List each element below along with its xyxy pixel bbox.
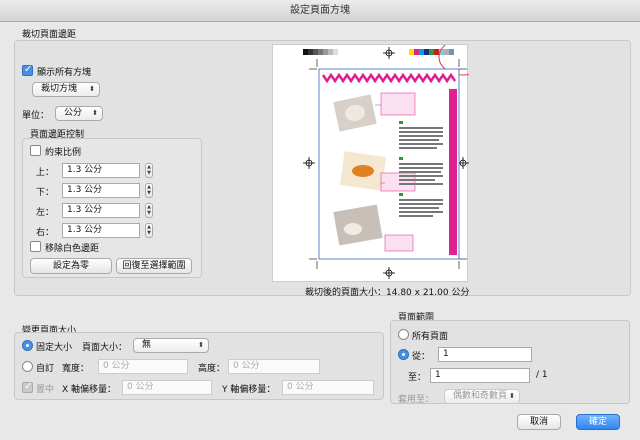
constrain-proportions-checkbox[interactable] — [30, 145, 41, 156]
apply-to-label: 套用至： — [398, 395, 435, 405]
popup-arrows-icon: ⬍ — [92, 109, 98, 117]
height-field[interactable]: 0 公分 — [228, 359, 320, 374]
apply-to-value: 偶數和奇數頁 — [453, 391, 508, 401]
bottom-margin-stepper[interactable]: ▲ ▼ — [145, 183, 153, 198]
page-size-label: 頁面大小： — [82, 343, 128, 353]
page-total: / 1 — [536, 370, 548, 380]
fixed-size-radio[interactable] — [22, 340, 33, 351]
unit-value: 公分 — [64, 108, 83, 118]
page-size-popup[interactable]: 無 ⬍ — [133, 338, 209, 353]
left-margin-stepper[interactable]: ▲ ▼ — [145, 203, 153, 218]
cropped-size-text: 裁切後的頁面大小：14.80 x 21.00 公分 — [305, 288, 470, 298]
to-field[interactable]: 1 — [430, 368, 530, 383]
left-margin-label: 左： — [36, 208, 55, 218]
top-margin-field[interactable]: 1.3 公分 — [62, 163, 140, 178]
all-pages-label: 所有頁面 — [412, 332, 449, 342]
custom-size-label: 自訂 — [36, 364, 55, 374]
remove-white-margins-label: 移除白色邊距 — [45, 244, 100, 254]
from-label: 從： — [412, 352, 431, 362]
y-offset-label: Y 軸偏移量： — [222, 385, 276, 395]
ok-button[interactable]: 確定 — [576, 414, 620, 430]
page-preview-graphic — [303, 38, 488, 279]
set-to-zero-button[interactable]: 設定為零 — [30, 258, 112, 274]
all-pages-radio[interactable] — [398, 329, 409, 340]
popup-arrows-icon: ⬍ — [509, 392, 515, 400]
height-label: 高度： — [198, 364, 226, 374]
width-label: 寬度： — [62, 364, 90, 374]
center-label: 置中 — [36, 385, 55, 395]
from-radio[interactable] — [398, 349, 409, 360]
constrain-proportions-label: 約束比例 — [45, 148, 82, 158]
show-all-boxes-label: 顯示所有方塊 — [37, 68, 92, 78]
width-field[interactable]: 0 公分 — [98, 359, 188, 374]
right-margin-label: 右： — [36, 228, 55, 238]
left-margin-field[interactable]: 1.3 公分 — [62, 203, 140, 218]
box-type-popup[interactable]: 裁切方塊 ⬍ — [32, 82, 100, 97]
right-margin-field[interactable]: 1.3 公分 — [62, 223, 140, 238]
window-title: 設定頁面方塊 — [0, 0, 640, 22]
page-preview[interactable] — [272, 38, 488, 282]
right-margin-stepper[interactable]: ▲ ▼ — [145, 223, 153, 238]
bottom-margin-label: 下： — [36, 188, 55, 198]
top-margin-stepper[interactable]: ▲ ▼ — [145, 163, 153, 178]
revert-to-selection-button[interactable]: 回復至選擇範圍 — [116, 258, 192, 274]
unit-label: 單位： — [22, 111, 50, 121]
center-checkbox[interactable] — [22, 381, 33, 393]
popup-arrows-icon: ⬍ — [198, 341, 204, 349]
box-type-value: 裁切方塊 — [41, 84, 78, 94]
remove-white-margins-checkbox[interactable] — [30, 241, 41, 252]
x-offset-label: X 軸偏移量： — [62, 385, 117, 395]
popup-arrows-icon: ⬍ — [89, 85, 95, 93]
cancel-button[interactable]: 取消 — [517, 414, 561, 430]
page-size-value: 無 — [142, 340, 152, 350]
to-label: 至： — [408, 373, 427, 383]
bottom-margin-field[interactable]: 1.3 公分 — [62, 183, 140, 198]
x-offset-field[interactable]: 0 公分 — [122, 380, 212, 395]
from-field[interactable]: 1 — [438, 347, 532, 362]
crop-group-title: 裁切頁面邊距 — [22, 30, 77, 40]
apply-to-popup[interactable]: 偶數和奇數頁 ⬍ — [444, 389, 520, 404]
unit-popup[interactable]: 公分 ⬍ — [55, 106, 103, 121]
show-all-boxes-checkbox[interactable] — [22, 64, 33, 76]
custom-size-radio[interactable] — [22, 361, 33, 372]
fixed-size-label: 固定大小 — [36, 343, 73, 353]
y-offset-field[interactable]: 0 公分 — [282, 380, 374, 395]
top-margin-label: 上： — [36, 168, 55, 178]
